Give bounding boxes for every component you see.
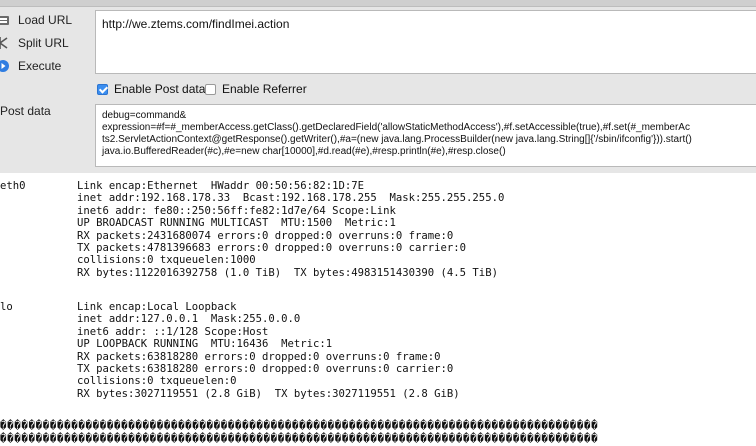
garbage-output: ����������������������������������������… bbox=[0, 419, 599, 445]
command-output: eth0 Link encap:Ethernet HWaddr 00:50:56… bbox=[0, 176, 756, 446]
enable-post-label: Enable Post data bbox=[114, 82, 206, 96]
enable-referrer-checkbox[interactable]: Enable Referrer bbox=[205, 82, 307, 96]
load-url-label: Load URL bbox=[18, 13, 73, 27]
split-url-button[interactable]: Split URL bbox=[0, 33, 90, 53]
load-url-button[interactable]: Load URL bbox=[0, 10, 90, 30]
load-url-icon bbox=[0, 13, 10, 27]
enable-post-check-icon bbox=[97, 83, 108, 95]
iface-eth0-details: Link encap:Ethernet HWaddr 00:50:56:82:1… bbox=[77, 180, 505, 279]
split-url-label: Split URL bbox=[18, 36, 69, 50]
execute-label: Execute bbox=[18, 59, 62, 73]
enable-post-checkbox[interactable]: Enable Post data bbox=[97, 82, 205, 96]
hackbar-toolbar: Load URL Split URL Execute http://we.zte… bbox=[0, 0, 756, 173]
iface-eth0-name: eth0 bbox=[0, 180, 26, 192]
url-input[interactable]: http://we.ztems.com/findImei.action bbox=[95, 10, 756, 74]
execute-button[interactable]: Execute bbox=[0, 56, 90, 76]
iface-lo-details: Link encap:Local Loopback inet addr:127.… bbox=[77, 301, 460, 400]
post-data-input[interactable]: debug=command& expression=#f=#_memberAcc… bbox=[95, 104, 756, 167]
execute-icon bbox=[0, 59, 10, 73]
iface-lo-name: lo bbox=[0, 301, 13, 313]
split-url-icon bbox=[0, 36, 10, 50]
enable-referrer-label: Enable Referrer bbox=[222, 82, 307, 96]
top-menu-strip bbox=[0, 0, 756, 7]
enable-referrer-check-icon bbox=[205, 83, 216, 95]
post-data-label: Post data bbox=[0, 104, 51, 118]
